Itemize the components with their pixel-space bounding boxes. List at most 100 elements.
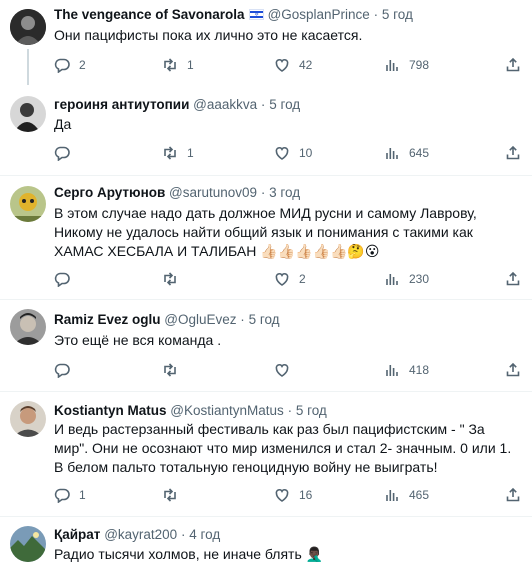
heart-icon [275,273,289,286]
share-button[interactable] [505,486,521,504]
display-name[interactable]: Серго Арутюнов [54,185,165,200]
separator-dot: · [260,97,266,112]
avatar[interactable] [10,9,46,45]
divider [0,175,532,176]
thread-line [27,49,29,85]
reply-button[interactable] [54,144,79,162]
like-count: 2 [299,272,306,286]
reply-button[interactable]: 1 [54,486,86,504]
reply-count: 2 [79,58,86,72]
tweet-header: Серго Арутюнов @sarutunov09 · 3 год [54,184,300,202]
views-button[interactable]: 798 [384,56,429,74]
like-button[interactable]: 16 [274,486,312,504]
retweet-button[interactable]: 1 [162,144,194,162]
reply-icon [54,146,70,161]
tweet-text: Радио тысячи холмов, не иначе блять 🤦🏿‍♂… [54,546,324,562]
retweet-count: 1 [187,58,194,72]
reply-icon [54,488,70,503]
view-count: 465 [409,488,430,502]
display-name[interactable]: Ramiz Evez oglu [54,312,161,327]
timestamp[interactable]: 5 год [249,312,280,327]
avatar[interactable] [10,186,46,222]
heart-icon [275,59,289,72]
separator-dot: · [260,185,266,200]
retweet-icon [164,272,176,286]
analytics-icon [386,148,398,159]
views-button[interactable]: 645 [384,144,429,162]
view-count: 230 [409,272,430,286]
reply-button[interactable] [54,270,79,288]
view-count: 798 [409,58,430,72]
avatar[interactable] [10,401,46,437]
views-button[interactable]: 418 [384,361,429,379]
tweet-actions: 2 1 42 798 [54,56,524,74]
tweet-text: И ведь растерзанный фестиваль как раз бы… [54,421,512,475]
share-icon [506,362,520,377]
timestamp[interactable]: 5 год [296,403,327,418]
tweet-text: Это ещё не вся команда . [54,332,222,348]
handle[interactable]: @OgluEvez [164,312,236,327]
share-icon [506,145,520,160]
separator-dot: · [287,403,293,418]
share-button[interactable] [505,270,521,288]
tweet-header: Kostiantyn Matus @KostiantynMatus · 5 го… [54,402,327,420]
avatar[interactable] [10,96,46,132]
views-button[interactable]: 465 [384,486,429,504]
display-name[interactable]: героиня антиутопии [54,97,189,112]
divider [0,391,532,392]
separator-dot: · [240,312,245,327]
display-name[interactable]: Kostiantyn Matus [54,403,167,418]
tweet-text: Они пацифисты пока их лично это не касае… [54,27,363,43]
share-button[interactable] [505,56,521,74]
timestamp[interactable]: 5 год [382,7,413,22]
handle[interactable]: @kayrat200 [104,527,177,542]
heart-icon [275,364,289,377]
views-button[interactable]: 230 [384,270,429,288]
divider [0,516,532,517]
analytics-icon [386,60,398,71]
tweet-actions: 2 230 [54,270,524,288]
tweet-header: Қайрат @kayrat200 · 4 год [54,526,220,544]
reply-icon [54,58,70,73]
handle[interactable]: @KostiantynMatus [170,403,284,418]
display-name[interactable]: The vengeance of Savonarola [54,7,245,22]
retweet-icon [164,488,176,502]
like-button[interactable] [274,361,299,379]
retweet-button[interactable] [162,270,187,288]
handle[interactable]: @GosplanPrince [268,7,370,22]
share-icon [506,271,520,286]
retweet-icon [164,146,176,160]
timestamp[interactable]: 4 год [189,527,220,542]
share-button[interactable] [505,361,521,379]
timestamp[interactable]: 3 год [269,185,300,200]
handle[interactable]: @aaakkva [193,97,257,112]
retweet-icon [164,363,176,377]
reply-count: 1 [79,488,86,502]
view-count: 418 [409,363,430,377]
like-button[interactable]: 2 [274,270,306,288]
like-button[interactable]: 42 [274,56,312,74]
retweet-button[interactable] [162,361,187,379]
separator-dot: · [373,7,379,22]
display-name[interactable]: Қайрат [54,527,100,542]
retweet-button[interactable] [162,486,187,504]
reply-icon [54,363,70,378]
avatar[interactable] [10,526,46,562]
analytics-icon [386,365,398,376]
reply-button[interactable] [54,361,79,379]
handle[interactable]: @sarutunov09 [169,185,257,200]
like-count: 16 [299,488,313,502]
heart-icon [275,489,289,502]
tweet-actions: 1 10 645 [54,144,524,162]
israel-flag-icon: ✡ [248,9,264,20]
timestamp[interactable]: 5 год [269,97,300,112]
retweet-icon [164,58,176,72]
share-icon [506,57,520,72]
share-button[interactable] [505,144,521,162]
like-button[interactable]: 10 [274,144,312,162]
tweet-text: Да [54,116,72,132]
retweet-button[interactable]: 1 [162,56,194,74]
retweet-count: 1 [187,146,194,160]
reply-button[interactable]: 2 [54,56,86,74]
avatar[interactable] [10,309,46,345]
